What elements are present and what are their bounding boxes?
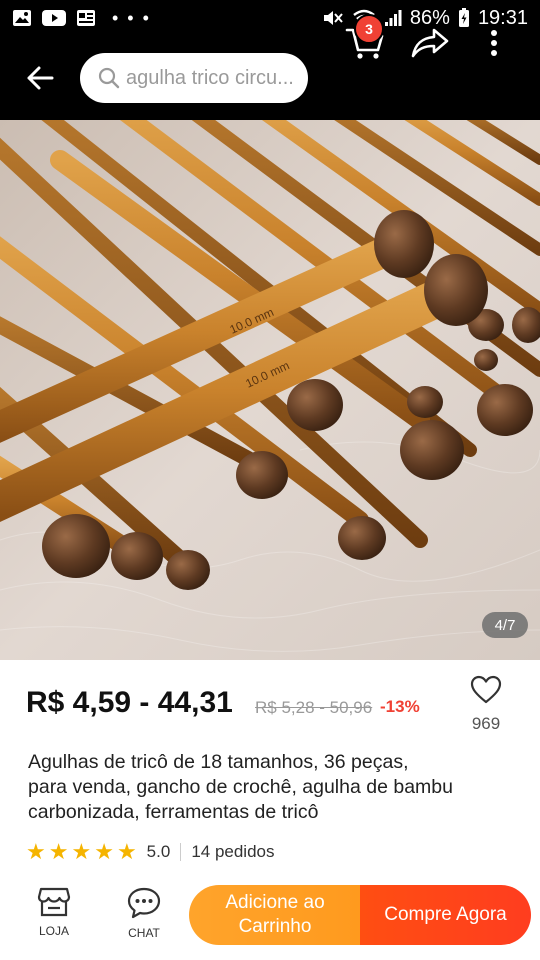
search-input[interactable]: agulha trico circu... [80, 53, 308, 103]
bottom-action-bar: LOJA CHAT Adicione ao Carrinho Compre Ag… [0, 876, 540, 960]
share-button[interactable] [404, 18, 456, 68]
price: R$ 4,59 - 44,31 [26, 686, 233, 719]
more-options-button[interactable] [474, 18, 514, 68]
app-header: agulha trico circu... [0, 36, 540, 120]
favorite-button[interactable] [466, 672, 506, 708]
divider [180, 843, 182, 861]
title-line: Agulhas de tricô de 18 tamanhos, 36 peça… [28, 751, 409, 773]
youtube-icon [42, 9, 66, 27]
share-icon [411, 28, 449, 58]
store-icon [37, 887, 71, 917]
rating-row: ★ ★ ★ ★ ★ 5.0 14 pedidos [26, 840, 275, 864]
title-line: para venda, gancho de crochê, agulha de … [28, 776, 453, 798]
search-placeholder: agulha trico circu... [126, 66, 294, 89]
order-count: 14 pedidos [191, 842, 275, 861]
star-rating: ★ ★ ★ ★ ★ [26, 841, 137, 863]
product-title: Agulhas de tricô de 18 tamanhos, 36 peça… [28, 750, 518, 825]
gallery-icon [12, 9, 32, 27]
add-to-cart-button[interactable]: Adicione ao Carrinho [189, 885, 361, 945]
price-row: R$ 4,59 - 44,31 R$ 5,28 - 50,96 -13% 969 [0, 660, 540, 750]
original-price: R$ 5,28 - 50,96 [255, 698, 373, 717]
back-button[interactable] [0, 36, 80, 120]
title-line: carbonizada, ferramentas de tricô [28, 801, 319, 823]
store-label: LOJA [38, 924, 69, 938]
cart-count-badge: 3 [354, 14, 384, 44]
back-arrow-icon [27, 66, 54, 90]
star-icon: ★ [116, 839, 137, 864]
search-icon [98, 67, 120, 89]
buy-now-button[interactable]: Compre Agora [360, 885, 531, 945]
discount-badge: -13% [380, 697, 420, 716]
rating-value: 5.0 [146, 842, 171, 861]
store-button[interactable]: LOJA [26, 886, 82, 950]
product-image[interactable]: 10.0 mm 10.0 mm [0, 120, 540, 660]
status-bar: • • • 86% 19:31 [0, 0, 540, 36]
news-icon [76, 9, 96, 27]
heart-icon [470, 675, 502, 704]
chat-label: CHAT [128, 926, 160, 940]
battery-icon [458, 8, 470, 28]
chat-icon [127, 887, 161, 919]
favorite-count: 969 [471, 714, 501, 733]
chat-button[interactable]: CHAT [116, 886, 172, 950]
image-counter: 4/7 [482, 612, 528, 638]
star-icon: ★ [48, 839, 69, 864]
star-icon: ★ [26, 839, 46, 864]
more-notifications-icon: • • • [112, 7, 151, 28]
star-icon: ★ [71, 839, 92, 864]
more-vertical-icon [491, 30, 497, 56]
star-icon: ★ [94, 839, 114, 864]
